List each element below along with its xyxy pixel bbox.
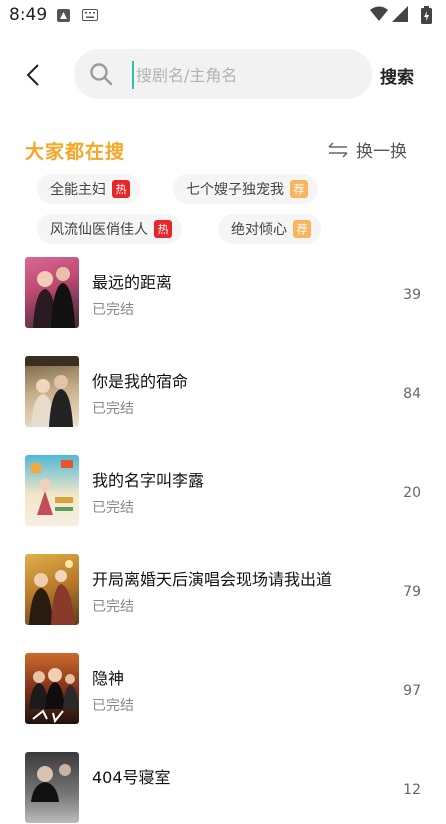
episode-count: 12 [403,782,421,798]
hot-badge: 热 [154,220,172,238]
drama-cover [25,554,79,625]
swap-icon [328,141,348,158]
drama-list-item[interactable]: 隐神 已完结 97 [25,653,435,725]
episode-count: 20 [403,485,421,501]
cell-signal-icon [392,6,408,22]
drama-status: 已完结 [92,401,134,417]
drama-list-item[interactable]: 我的名字叫李露 已完结 20 [25,455,435,527]
drama-cover [25,356,79,427]
search-tag[interactable]: 风流仙医俏佳人 热 [37,214,182,244]
drama-list-item[interactable]: 404号寝室 12 [25,752,435,824]
drama-list-item[interactable]: 开局离婚天后演唱会现场请我出道 已完结 79 [25,554,435,626]
search-tag[interactable]: 七个嫂子独宠我 荐 [173,174,318,204]
keyboard-icon [82,9,98,21]
drama-status: 已完结 [92,599,134,615]
search-icon [90,63,113,86]
drama-cover [25,653,79,724]
drama-cover [25,257,79,328]
recommend-badge: 荐 [293,220,311,238]
episode-count: 79 [403,584,421,600]
drama-list-item[interactable]: 你是我的宿命 已完结 84 [25,356,435,428]
wifi-icon [370,6,388,21]
status-time: 8:49 [9,5,48,25]
tag-label: 全能主妇 [50,182,106,198]
episode-count: 39 [403,287,421,303]
tag-label: 绝对倾心 [231,222,287,238]
tag-label: 七个嫂子独宠我 [186,182,284,198]
search-tag[interactable]: 全能主妇 热 [37,174,140,204]
episode-count: 84 [403,386,421,402]
search-button[interactable]: 搜索 [380,63,414,88]
hot-badge: 热 [112,180,130,198]
drama-status: 已完结 [92,500,134,516]
drama-title: 你是我的宿命 [92,372,189,391]
episode-count: 97 [403,683,421,699]
recommend-badge: 荐 [290,180,308,198]
battery-charging-icon [421,6,432,24]
drama-list-item[interactable]: 最远的距离 已完结 39 [25,257,435,329]
drama-cover [25,752,79,823]
drama-title: 隐神 [92,669,125,688]
back-button[interactable] [18,58,48,92]
drama-cover [25,455,79,526]
refresh-button[interactable]: 换一换 [328,137,407,162]
search-box[interactable] [74,49,372,99]
drama-title: 我的名字叫李露 [92,471,205,490]
app-notification-icon [57,9,70,22]
tag-label: 风流仙医俏佳人 [50,222,148,238]
drama-title: 404号寝室 [92,768,171,787]
drama-title: 最远的距离 [92,273,173,292]
search-tag[interactable]: 绝对倾心 荐 [218,214,321,244]
chevron-left-icon [26,64,39,86]
drama-status: 已完结 [92,698,134,714]
section-title: 大家都在搜 [25,141,126,163]
drama-title: 开局离婚天后演唱会现场请我出道 [92,570,333,589]
search-input[interactable] [132,61,363,89]
status-bar: 8:49 [0,0,446,32]
drama-status: 已完结 [92,302,134,318]
refresh-label: 换一换 [356,142,407,162]
